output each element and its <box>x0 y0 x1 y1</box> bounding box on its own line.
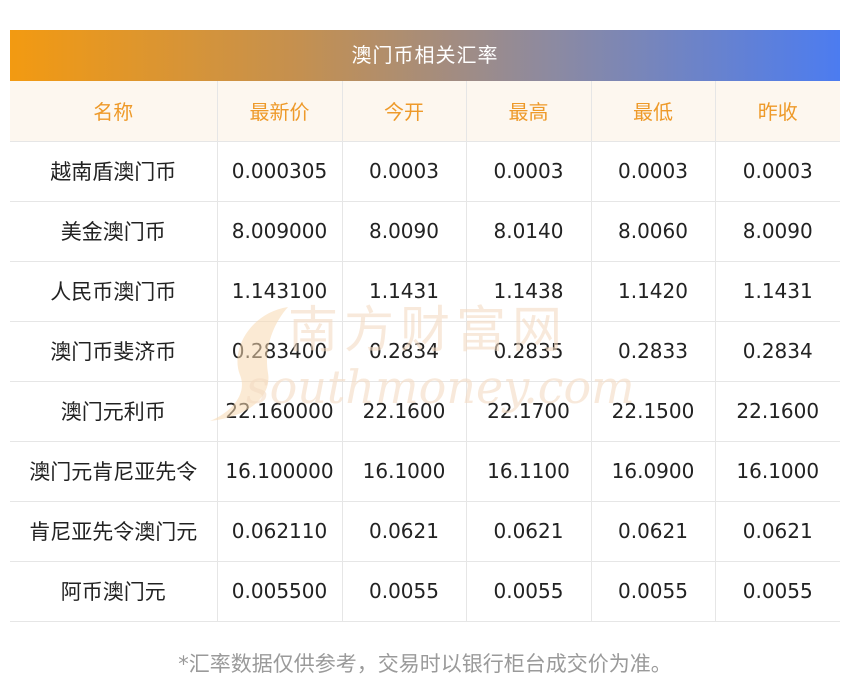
column-header-prev-close: 昨收 <box>714 81 840 142</box>
table-row: 人民币澳门币 1.143100 1.1431 1.1438 1.1420 1.1… <box>10 260 840 322</box>
cell-prev-close: 0.2834 <box>714 320 840 382</box>
cell-latest: 0.000305 <box>216 140 343 202</box>
cell-high: 0.0003 <box>465 140 592 202</box>
cell-high: 22.1700 <box>465 380 592 442</box>
cell-latest: 0.283400 <box>216 320 343 382</box>
cell-name: 肯尼亚先令澳门元 <box>10 500 218 562</box>
cell-name: 澳门币斐济币 <box>10 320 218 382</box>
cell-high: 0.0621 <box>465 500 592 562</box>
cell-latest: 0.005500 <box>216 560 343 622</box>
cell-open: 22.1600 <box>341 380 467 442</box>
column-header-name: 名称 <box>10 81 218 142</box>
cell-open: 0.2834 <box>341 320 467 382</box>
cell-latest: 0.062110 <box>216 500 343 562</box>
cell-low: 0.0621 <box>590 500 716 562</box>
cell-open: 0.0003 <box>341 140 467 202</box>
cell-low: 0.2833 <box>590 320 716 382</box>
cell-open: 0.0621 <box>341 500 467 562</box>
cell-name: 人民币澳门币 <box>10 260 218 322</box>
cell-high: 16.1100 <box>465 440 592 502</box>
cell-name: 美金澳门币 <box>10 200 218 262</box>
page: 澳门币相关汇率 名称 最新价 今开 最高 最低 昨收 越南盾澳门币 0.0003… <box>0 0 850 697</box>
cell-open: 16.1000 <box>341 440 467 502</box>
cell-latest: 1.143100 <box>216 260 343 322</box>
cell-name: 澳门元利币 <box>10 380 218 442</box>
table-title: 澳门币相关汇率 <box>10 30 840 81</box>
table-header-row: 名称 最新价 今开 最高 最低 昨收 <box>10 81 840 142</box>
disclaimer-footnote: *汇率数据仅供参考，交易时以银行柜台成交价为准。 <box>178 652 672 676</box>
table-row: 肯尼亚先令澳门元 0.062110 0.0621 0.0621 0.0621 0… <box>10 500 840 562</box>
cell-prev-close: 1.1431 <box>714 260 840 322</box>
table-row: 阿币澳门元 0.005500 0.0055 0.0055 0.0055 0.00… <box>10 560 840 622</box>
cell-name: 澳门元肯尼亚先令 <box>10 440 218 502</box>
table-row: 澳门元利币 22.160000 22.1600 22.1700 22.1500 … <box>10 380 840 442</box>
table-row: 澳门元肯尼亚先令 16.100000 16.1000 16.1100 16.09… <box>10 440 840 502</box>
cell-prev-close: 16.1000 <box>714 440 840 502</box>
cell-high: 0.2835 <box>465 320 592 382</box>
exchange-rate-table: 名称 最新价 今开 最高 最低 昨收 越南盾澳门币 0.000305 0.000… <box>10 81 840 622</box>
cell-prev-close: 22.1600 <box>714 380 840 442</box>
cell-low: 22.1500 <box>590 380 716 442</box>
cell-prev-close: 0.0621 <box>714 500 840 562</box>
column-header-high: 最高 <box>465 81 592 142</box>
column-header-open: 今开 <box>341 81 467 142</box>
cell-name: 越南盾澳门币 <box>10 140 218 202</box>
cell-open: 0.0055 <box>341 560 467 622</box>
cell-high: 0.0055 <box>465 560 592 622</box>
cell-latest: 22.160000 <box>216 380 343 442</box>
column-header-latest: 最新价 <box>216 81 343 142</box>
cell-latest: 16.100000 <box>216 440 343 502</box>
cell-high: 8.0140 <box>465 200 592 262</box>
cell-name: 阿币澳门元 <box>10 560 218 622</box>
cell-low: 0.0055 <box>590 560 716 622</box>
cell-open: 1.1431 <box>341 260 467 322</box>
cell-low: 16.0900 <box>590 440 716 502</box>
cell-open: 8.0090 <box>341 200 467 262</box>
cell-prev-close: 0.0003 <box>714 140 840 202</box>
cell-prev-close: 0.0055 <box>714 560 840 622</box>
cell-low: 1.1420 <box>590 260 716 322</box>
cell-latest: 8.009000 <box>216 200 343 262</box>
table-row: 美金澳门币 8.009000 8.0090 8.0140 8.0060 8.00… <box>10 200 840 262</box>
table-row: 越南盾澳门币 0.000305 0.0003 0.0003 0.0003 0.0… <box>10 140 840 202</box>
cell-low: 0.0003 <box>590 140 716 202</box>
cell-prev-close: 8.0090 <box>714 200 840 262</box>
cell-high: 1.1438 <box>465 260 592 322</box>
cell-low: 8.0060 <box>590 200 716 262</box>
column-header-low: 最低 <box>590 81 716 142</box>
table-row: 澳门币斐济币 0.283400 0.2834 0.2835 0.2833 0.2… <box>10 320 840 382</box>
